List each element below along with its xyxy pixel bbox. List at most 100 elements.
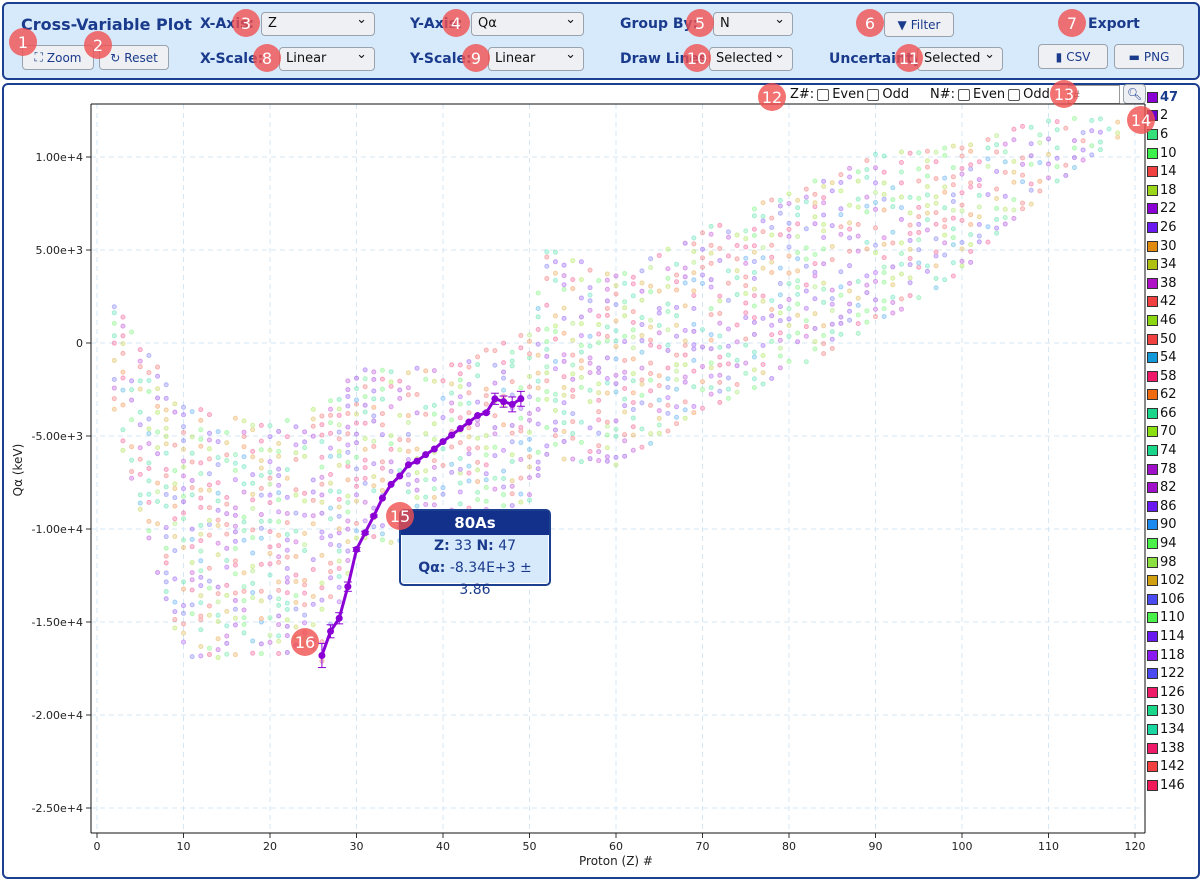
series-47-point — [387, 480, 395, 488]
legend-item[interactable]: 50 — [1147, 330, 1201, 349]
legend-item[interactable]: 106 — [1147, 590, 1201, 609]
legend-item[interactable]: 146 — [1147, 776, 1201, 795]
legend-swatch — [1147, 612, 1158, 624]
legend-item[interactable]: 126 — [1147, 683, 1201, 702]
data-point — [267, 469, 273, 475]
data-point — [648, 402, 654, 408]
data-point — [492, 486, 498, 492]
scatter-chart[interactable]: 0 10 20 30 40 50 60 70 80 90 100 110 1201.00e+45.00e… — [0, 0, 1202, 881]
legend-item[interactable]: 82 — [1147, 478, 1201, 497]
legend-item[interactable]: 62 — [1147, 386, 1201, 405]
legend-item[interactable]: 90 — [1147, 516, 1201, 535]
data-point — [336, 396, 342, 402]
legend-item-label: 70 — [1160, 424, 1177, 440]
legend-item[interactable]: 130 — [1147, 702, 1201, 721]
data-point — [336, 406, 342, 412]
legend-item[interactable]: 70 — [1147, 423, 1201, 442]
data-point — [821, 228, 827, 234]
data-point — [648, 289, 654, 295]
data-point — [812, 221, 818, 227]
data-point — [950, 192, 956, 198]
legend-item[interactable]: 26 — [1147, 218, 1201, 237]
data-point — [206, 517, 212, 523]
legend-item[interactable]: 118 — [1147, 646, 1201, 665]
legend-item[interactable]: 58 — [1147, 367, 1201, 386]
data-point — [284, 520, 290, 526]
data-point — [682, 342, 688, 348]
legend-item[interactable]: 110 — [1147, 609, 1201, 628]
y-tick-label: -2.50e+4 — [32, 802, 83, 815]
data-point — [933, 194, 939, 200]
legend-item[interactable]: 14 — [1147, 162, 1201, 181]
legend-item[interactable]: 98 — [1147, 553, 1201, 572]
data-point — [570, 411, 576, 417]
legend-item[interactable]: 66 — [1147, 404, 1201, 423]
data-point — [881, 306, 887, 312]
data-point — [319, 432, 325, 438]
legend-item[interactable]: 102 — [1147, 571, 1201, 590]
legend-item[interactable]: 138 — [1147, 739, 1201, 758]
legend-item[interactable]: 78 — [1147, 460, 1201, 479]
data-point — [1002, 159, 1008, 165]
data-point — [440, 491, 446, 497]
legend-item[interactable]: 34 — [1147, 255, 1201, 274]
data-point — [501, 369, 507, 375]
legend-item[interactable]: 142 — [1147, 757, 1201, 776]
data-point — [976, 192, 982, 198]
data-point — [881, 153, 887, 159]
legend-item[interactable]: 46 — [1147, 311, 1201, 330]
data-point — [241, 481, 247, 487]
data-point — [284, 547, 290, 553]
legend-selected[interactable]: 47 — [1147, 88, 1201, 107]
data-point — [812, 346, 818, 352]
data-point — [630, 327, 636, 333]
legend-item[interactable]: 6 — [1147, 125, 1201, 144]
legend-item[interactable]: 30 — [1147, 237, 1201, 256]
data-point — [881, 264, 887, 270]
legend-item[interactable]: 18 — [1147, 181, 1201, 200]
data-point — [466, 446, 472, 452]
data-point — [518, 491, 524, 497]
legend-item[interactable]: 74 — [1147, 441, 1201, 460]
data-point — [1071, 145, 1077, 151]
data-point — [855, 233, 861, 239]
legend-item[interactable]: 94 — [1147, 534, 1201, 553]
data-point — [319, 535, 325, 541]
data-point — [362, 446, 368, 452]
legend-item[interactable]: 54 — [1147, 348, 1201, 367]
data-point — [527, 394, 532, 400]
data-point — [881, 298, 887, 304]
data-point — [328, 430, 334, 436]
legend-item[interactable]: 134 — [1147, 720, 1201, 739]
data-point — [232, 652, 238, 658]
data-point — [232, 415, 238, 421]
legend-item[interactable]: 122 — [1147, 664, 1201, 683]
data-point — [700, 264, 705, 270]
data-point — [120, 375, 126, 381]
legend-item[interactable]: 38 — [1147, 274, 1201, 293]
data-point — [855, 295, 861, 301]
data-point — [276, 453, 282, 459]
legend-item[interactable]: 2 — [1147, 107, 1201, 126]
legend-item-label: 82 — [1160, 480, 1177, 496]
data-point — [440, 378, 446, 384]
data-point — [734, 339, 740, 345]
data-point — [120, 350, 126, 356]
legend-item[interactable]: 114 — [1147, 627, 1201, 646]
legend-item[interactable]: 22 — [1147, 200, 1201, 219]
legend-item[interactable]: 42 — [1147, 293, 1201, 312]
data-point — [725, 280, 731, 286]
data-point — [795, 256, 801, 262]
data-point — [942, 217, 948, 223]
data-point — [743, 360, 749, 366]
legend-item[interactable]: 86 — [1147, 497, 1201, 516]
data-point — [1011, 158, 1017, 164]
data-point — [751, 385, 757, 391]
legend-swatch — [1147, 184, 1158, 196]
data-point — [319, 580, 325, 586]
data-point — [751, 269, 757, 275]
legend-item[interactable]: 10 — [1147, 144, 1201, 163]
data-point — [302, 602, 308, 608]
data-point — [111, 406, 117, 412]
data-point — [570, 387, 576, 393]
